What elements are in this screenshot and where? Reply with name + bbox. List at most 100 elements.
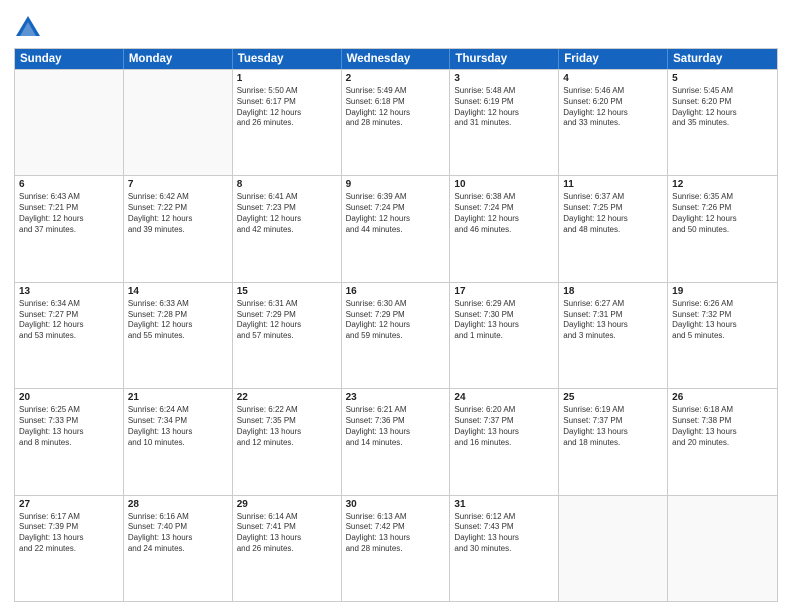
calendar-cell: 31 Sunrise: 6:12 AM Sunset: 7:43 PM Dayli…	[450, 496, 559, 601]
calendar-cell: 6 Sunrise: 6:43 AM Sunset: 7:21 PM Daylig…	[15, 176, 124, 281]
day-content: Sunrise: 6:24 AM Sunset: 7:34 PM Dayligh…	[128, 405, 228, 448]
day-content: Sunrise: 6:25 AM Sunset: 7:33 PM Dayligh…	[19, 405, 119, 448]
day-number: 28	[128, 499, 228, 510]
calendar-cell: 21 Sunrise: 6:24 AM Sunset: 7:34 PM Dayli…	[124, 389, 233, 494]
day-content: Sunrise: 6:31 AM Sunset: 7:29 PM Dayligh…	[237, 299, 337, 342]
day-content: Sunrise: 6:33 AM Sunset: 7:28 PM Dayligh…	[128, 299, 228, 342]
calendar-cell: 9 Sunrise: 6:39 AM Sunset: 7:24 PM Daylig…	[342, 176, 451, 281]
header	[14, 10, 778, 42]
calendar-cell: 18 Sunrise: 6:27 AM Sunset: 7:31 PM Dayli…	[559, 283, 668, 388]
day-content: Sunrise: 6:12 AM Sunset: 7:43 PM Dayligh…	[454, 512, 554, 555]
day-content: Sunrise: 5:46 AM Sunset: 6:20 PM Dayligh…	[563, 86, 663, 129]
day-number: 31	[454, 499, 554, 510]
day-content: Sunrise: 6:21 AM Sunset: 7:36 PM Dayligh…	[346, 405, 446, 448]
calendar-week-5: 27 Sunrise: 6:17 AM Sunset: 7:39 PM Dayli…	[15, 495, 777, 601]
day-number: 23	[346, 392, 446, 403]
calendar-cell	[668, 496, 777, 601]
day-content: Sunrise: 6:16 AM Sunset: 7:40 PM Dayligh…	[128, 512, 228, 555]
header-day-tuesday: Tuesday	[233, 49, 342, 69]
day-content: Sunrise: 6:14 AM Sunset: 7:41 PM Dayligh…	[237, 512, 337, 555]
day-number: 16	[346, 286, 446, 297]
calendar-cell: 27 Sunrise: 6:17 AM Sunset: 7:39 PM Dayli…	[15, 496, 124, 601]
day-number: 26	[672, 392, 773, 403]
calendar-cell: 13 Sunrise: 6:34 AM Sunset: 7:27 PM Dayli…	[15, 283, 124, 388]
day-content: Sunrise: 6:39 AM Sunset: 7:24 PM Dayligh…	[346, 192, 446, 235]
header-day-friday: Friday	[559, 49, 668, 69]
day-number: 1	[237, 73, 337, 84]
calendar-cell: 25 Sunrise: 6:19 AM Sunset: 7:37 PM Dayli…	[559, 389, 668, 494]
calendar-cell: 28 Sunrise: 6:16 AM Sunset: 7:40 PM Dayli…	[124, 496, 233, 601]
calendar-cell: 11Sunrise: 6:37 AM Sunset: 7:25 PM Dayli…	[559, 176, 668, 281]
day-number: 25	[563, 392, 663, 403]
day-number: 19	[672, 286, 773, 297]
day-number: 20	[19, 392, 119, 403]
day-content: Sunrise: 6:17 AM Sunset: 7:39 PM Dayligh…	[19, 512, 119, 555]
day-number: 8	[237, 179, 337, 190]
day-content: Sunrise: 6:26 AM Sunset: 7:32 PM Dayligh…	[672, 299, 773, 342]
day-number: 12	[672, 179, 773, 190]
day-content: Sunrise: 6:20 AM Sunset: 7:37 PM Dayligh…	[454, 405, 554, 448]
day-content: Sunrise: 6:13 AM Sunset: 7:42 PM Dayligh…	[346, 512, 446, 555]
calendar-cell: 4 Sunrise: 5:46 AM Sunset: 6:20 PM Daylig…	[559, 70, 668, 175]
logo-icon	[14, 14, 42, 42]
day-content: Sunrise: 6:43 AM Sunset: 7:21 PM Dayligh…	[19, 192, 119, 235]
calendar-cell: 14 Sunrise: 6:33 AM Sunset: 7:28 PM Dayli…	[124, 283, 233, 388]
day-number: 13	[19, 286, 119, 297]
day-number: 27	[19, 499, 119, 510]
calendar: SundayMondayTuesdayWednesdayThursdayFrid…	[14, 48, 778, 602]
day-number: 4	[563, 73, 663, 84]
calendar-cell: 20 Sunrise: 6:25 AM Sunset: 7:33 PM Dayli…	[15, 389, 124, 494]
day-content: Sunrise: 6:18 AM Sunset: 7:38 PM Dayligh…	[672, 405, 773, 448]
header-day-monday: Monday	[124, 49, 233, 69]
day-number: 21	[128, 392, 228, 403]
day-number: 10	[454, 179, 554, 190]
calendar-cell	[124, 70, 233, 175]
calendar-header: SundayMondayTuesdayWednesdayThursdayFrid…	[15, 49, 777, 69]
day-number: 30	[346, 499, 446, 510]
calendar-cell: 16 Sunrise: 6:30 AM Sunset: 7:29 PM Dayli…	[342, 283, 451, 388]
calendar-cell: 17Sunrise: 6:29 AM Sunset: 7:30 PM Dayli…	[450, 283, 559, 388]
day-number: 9	[346, 179, 446, 190]
calendar-cell: 1 Sunrise: 5:50 AM Sunset: 6:17 PM Daylig…	[233, 70, 342, 175]
calendar-cell: 30 Sunrise: 6:13 AM Sunset: 7:42 PM Dayli…	[342, 496, 451, 601]
calendar-body: 1 Sunrise: 5:50 AM Sunset: 6:17 PM Daylig…	[15, 69, 777, 601]
day-content: Sunrise: 5:48 AM Sunset: 6:19 PM Dayligh…	[454, 86, 554, 129]
calendar-week-3: 13 Sunrise: 6:34 AM Sunset: 7:27 PM Dayli…	[15, 282, 777, 388]
day-content: Sunrise: 5:49 AM Sunset: 6:18 PM Dayligh…	[346, 86, 446, 129]
calendar-cell: 10 Sunrise: 6:38 AM Sunset: 7:24 PM Dayli…	[450, 176, 559, 281]
day-number: 24	[454, 392, 554, 403]
calendar-cell: 5Sunrise: 5:45 AM Sunset: 6:20 PM Daylig…	[668, 70, 777, 175]
day-number: 5	[672, 73, 773, 84]
day-number: 2	[346, 73, 446, 84]
calendar-cell: 2 Sunrise: 5:49 AM Sunset: 6:18 PM Daylig…	[342, 70, 451, 175]
calendar-week-2: 6 Sunrise: 6:43 AM Sunset: 7:21 PM Daylig…	[15, 175, 777, 281]
day-number: 18	[563, 286, 663, 297]
calendar-cell: 23 Sunrise: 6:21 AM Sunset: 7:36 PM Dayli…	[342, 389, 451, 494]
day-number: 15	[237, 286, 337, 297]
day-number: 14	[128, 286, 228, 297]
day-content: Sunrise: 6:34 AM Sunset: 7:27 PM Dayligh…	[19, 299, 119, 342]
calendar-cell: 7Sunrise: 6:42 AM Sunset: 7:22 PM Daylig…	[124, 176, 233, 281]
header-day-saturday: Saturday	[668, 49, 777, 69]
calendar-cell	[559, 496, 668, 601]
day-number: 6	[19, 179, 119, 190]
day-content: Sunrise: 6:38 AM Sunset: 7:24 PM Dayligh…	[454, 192, 554, 235]
day-number: 22	[237, 392, 337, 403]
calendar-cell	[15, 70, 124, 175]
calendar-cell: 12 Sunrise: 6:35 AM Sunset: 7:26 PM Dayli…	[668, 176, 777, 281]
calendar-cell: 3Sunrise: 5:48 AM Sunset: 6:19 PM Daylig…	[450, 70, 559, 175]
page: SundayMondayTuesdayWednesdayThursdayFrid…	[0, 0, 792, 612]
day-content: Sunrise: 6:30 AM Sunset: 7:29 PM Dayligh…	[346, 299, 446, 342]
day-number: 17	[454, 286, 554, 297]
day-content: Sunrise: 6:41 AM Sunset: 7:23 PM Dayligh…	[237, 192, 337, 235]
day-content: Sunrise: 6:35 AM Sunset: 7:26 PM Dayligh…	[672, 192, 773, 235]
day-number: 29	[237, 499, 337, 510]
calendar-cell: 26 Sunrise: 6:18 AM Sunset: 7:38 PM Dayli…	[668, 389, 777, 494]
logo	[14, 14, 46, 42]
day-content: Sunrise: 5:50 AM Sunset: 6:17 PM Dayligh…	[237, 86, 337, 129]
calendar-cell: 8 Sunrise: 6:41 AM Sunset: 7:23 PM Daylig…	[233, 176, 342, 281]
calendar-cell: 24 Sunrise: 6:20 AM Sunset: 7:37 PM Dayli…	[450, 389, 559, 494]
header-day-wednesday: Wednesday	[342, 49, 451, 69]
day-content: Sunrise: 6:19 AM Sunset: 7:37 PM Dayligh…	[563, 405, 663, 448]
day-content: Sunrise: 6:27 AM Sunset: 7:31 PM Dayligh…	[563, 299, 663, 342]
